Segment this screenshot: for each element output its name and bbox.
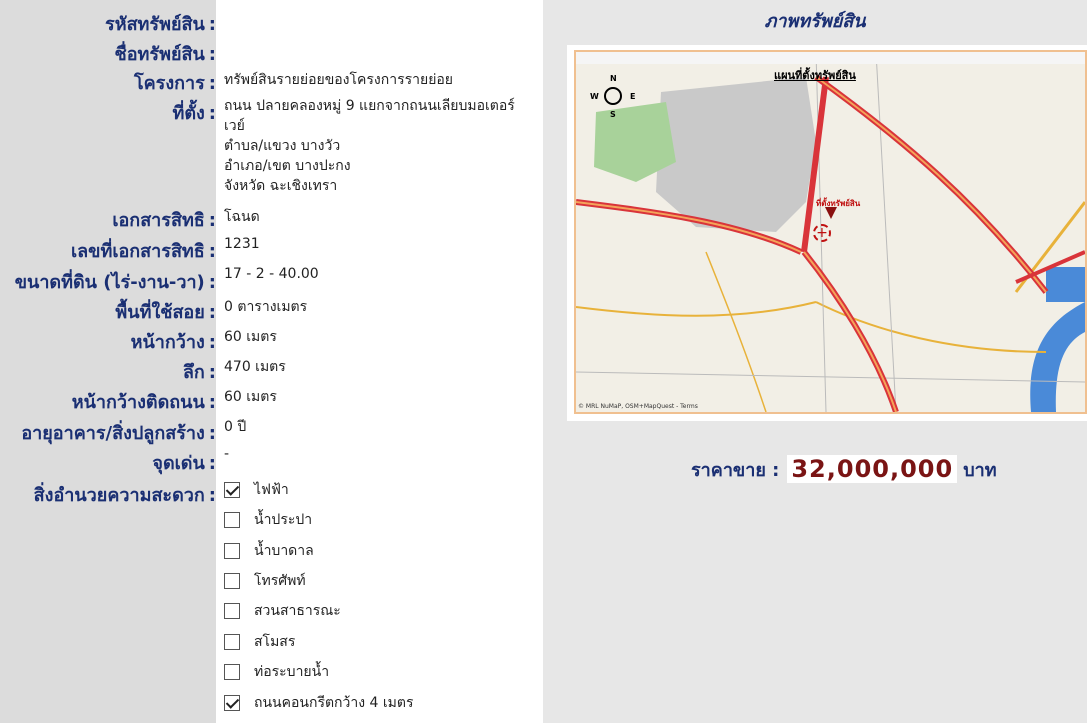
facility-row[interactable]: ท่อระบายน้ำ [224,661,329,683]
label-highlight: จุดเด่น: [152,453,216,474]
facility-checkbox[interactable] [224,603,240,619]
price-value: 32,000,000 [787,455,958,483]
image-section-title: ภาพทรัพย์สิน [764,11,866,32]
value-project: ทรัพย์สินรายย่อยของโครงการรายย่อย [224,72,454,88]
facility-row[interactable]: สโมสร [224,631,295,653]
label-title-deed: เอกสารสิทธิ: [112,210,216,231]
facility-label: ถนนคอนกรีตกว้าง 4 เมตร [254,695,414,711]
label-frontage: หน้ากว้าง: [130,332,216,353]
facility-label: ไฟฟ้า [254,482,289,498]
map-heading: แผนที่ตั้งทรัพย์สิน [774,69,856,82]
label-asset-name: ชื่อทรัพย์สิน: [114,44,216,65]
price-unit: บาท [963,459,997,481]
facility-label: สโมสร [254,634,296,650]
label-usable-area: พื้นที่ใช้สอย: [115,302,216,323]
label-asset-code: รหัสทรัพย์สิน: [105,14,216,35]
price-row: ราคาขาย : 32,000,000 บาท [691,453,997,485]
value-highlight: - [224,446,230,462]
location-province: จังหวัด ฉะเชิงเทรา [224,178,338,194]
value-deed-no: 1231 [224,236,260,252]
location-marker-icon: + [813,224,831,242]
label-building-age: อายุอาคาร/สิ่งปลูกสร้าง: [21,423,216,444]
facility-checkbox[interactable] [224,543,240,559]
value-title-deed: โฉนด [224,209,260,225]
facility-checkbox[interactable] [224,482,240,498]
facility-checkbox[interactable] [224,512,240,528]
value-land-size: 17 - 2 - 40.00 [224,266,319,282]
location-road-line1: ถนน ปลายคลองหมู่ 9 แยกจากถนนเลียบมอเตอร์ [224,98,515,114]
map-marker-label: ที่ตั้งทรัพย์สิน [816,199,861,208]
value-usable-area: 0 ตารางเมตร [224,299,308,315]
facility-row[interactable]: ถนนคอนกรีตกว้าง 4 เมตร [224,692,414,714]
map-copyright: © MRL NuMaP, OSM+MapQuest - Terms [578,403,698,410]
compass-east: E [630,92,636,101]
value-frontage: 60 เมตร [224,329,277,345]
facility-label: น้ำบาดาล [254,543,314,559]
label-depth: ลึก: [182,362,216,383]
map-arrow-icon [825,207,837,219]
price-label: ราคาขาย : [691,459,780,481]
facility-label: น้ำประปา [254,512,313,528]
facility-checkbox[interactable] [224,634,240,650]
value-building-age: 0 ปี [224,419,247,435]
facility-checkbox[interactable] [224,664,240,680]
location-subdistrict: ตำบล/แขวง บางวัว [224,138,341,154]
facility-row[interactable]: น้ำประปา [224,509,312,531]
value-depth: 470 เมตร [224,359,286,375]
facility-row[interactable]: ไฟฟ้า [224,479,289,501]
facility-checkbox[interactable] [224,573,240,589]
compass-icon[interactable]: N S W E [590,74,636,120]
facility-checkbox[interactable] [224,695,240,711]
facility-label: ท่อระบายน้ำ [254,664,330,680]
location-map[interactable]: แผนที่ตั้งทรัพย์สิน ที่ตั้งทรัพย์สิน + N… [574,50,1087,414]
facility-row[interactable]: สวนสาธารณะ [224,600,341,622]
label-project: โครงการ: [133,73,216,94]
label-deed-no: เลขที่เอกสารสิทธิ: [70,241,216,262]
label-land-size: ขนาดที่ดิน (ไร่-งาน-วา): [14,272,216,293]
facility-label: โทรศัพท์ [254,573,306,589]
location-district: อำเภอ/เขต บางปะกง [224,158,351,174]
location-road-line2: เวย์ [224,118,245,134]
facility-row[interactable]: โทรศัพท์ [224,570,306,592]
compass-south: S [610,110,616,119]
compass-north: N [610,74,617,83]
label-location: ที่ตั้ง: [172,103,216,124]
label-facilities: สิ่งอำนวยความสะดวก: [33,485,216,506]
compass-west: W [590,92,599,101]
value-road-frontage: 60 เมตร [224,389,277,405]
label-road-frontage: หน้ากว้างติดถนน: [71,392,216,413]
value-location: ถนน ปลายคลองหมู่ 9 แยกจากถนนเลียบมอเตอร์… [224,96,515,196]
facility-label: สวนสาธารณะ [254,603,341,619]
facility-row[interactable]: น้ำบาดาล [224,540,314,562]
